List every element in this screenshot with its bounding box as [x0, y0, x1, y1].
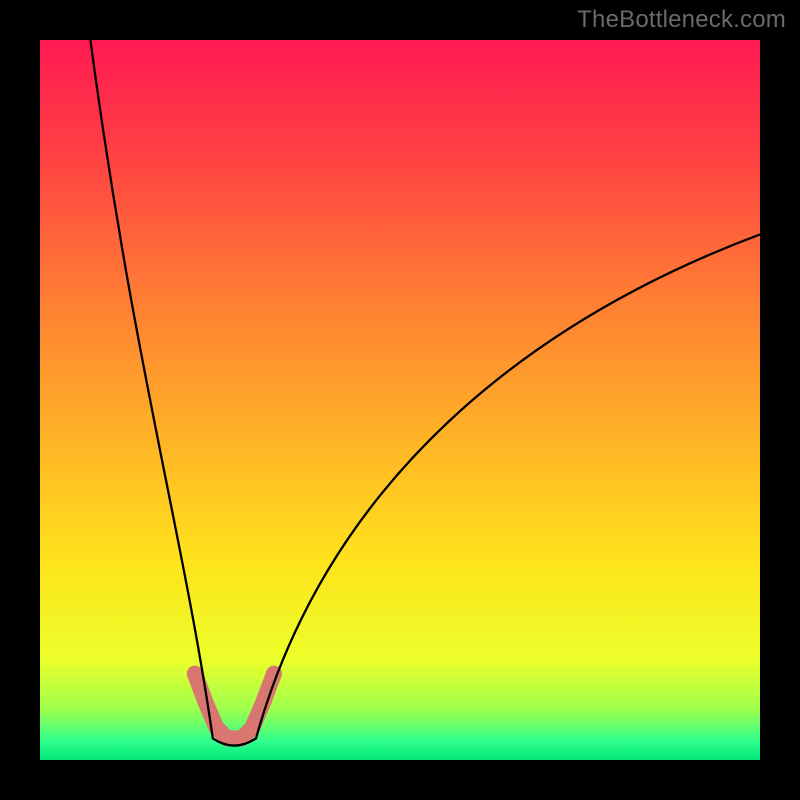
trough-marker: [195, 674, 274, 739]
watermark-text: TheBottleneck.com: [577, 6, 786, 34]
curve-line: [90, 40, 760, 746]
plot-area: [40, 40, 760, 760]
bottleneck-curve: [40, 40, 760, 760]
chart-frame: TheBottleneck.com: [0, 0, 800, 800]
